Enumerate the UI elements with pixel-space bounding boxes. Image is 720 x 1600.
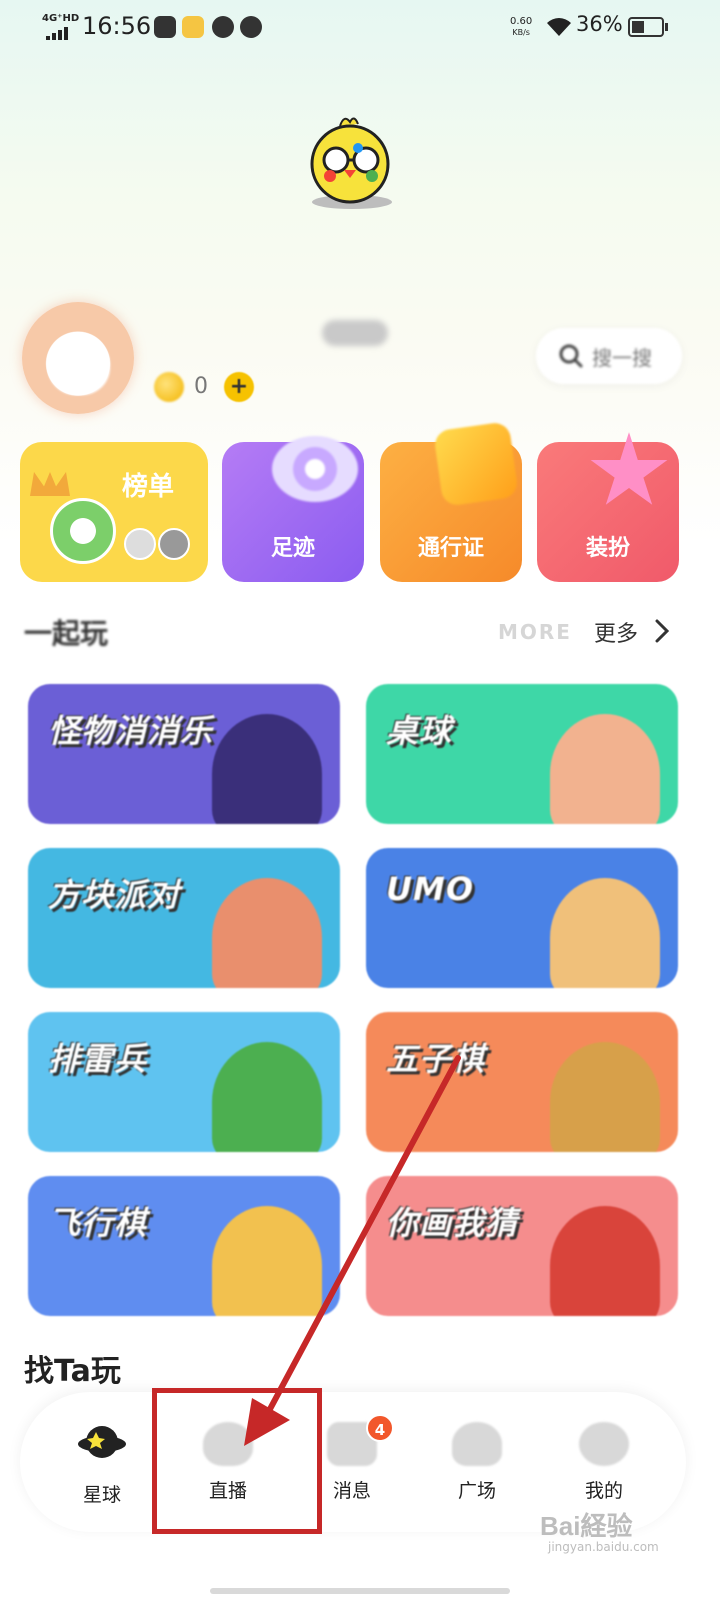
rank-avatar-second: [124, 528, 156, 560]
add-coin-button[interactable]: +: [224, 372, 254, 402]
weibo-icon: [182, 16, 204, 38]
party-character-icon: [212, 878, 322, 988]
unread-badge: 4: [366, 1414, 394, 1442]
coin-icon: [154, 372, 184, 402]
home-indicator[interactable]: [210, 1588, 510, 1594]
search-label: 搜一搜: [592, 345, 652, 370]
pass-card[interactable]: 通行证: [380, 421, 522, 582]
rank-label: 榜单: [122, 472, 175, 502]
mail-icon: [154, 16, 176, 38]
game-tile-billiards[interactable]: 桌球: [366, 684, 678, 824]
annotation-highlight-box: [152, 1388, 322, 1534]
footprint-label: 足迹: [270, 536, 315, 561]
game-title: 你画我猜: [386, 1204, 519, 1242]
audio-icon: [212, 16, 234, 38]
medal-icon: [433, 421, 519, 507]
game-tile-flight-chess[interactable]: 飞行棋: [28, 1176, 340, 1316]
network-type: 4G⁺HD: [42, 13, 80, 24]
game-tile-monster[interactable]: 怪物消消乐: [28, 684, 340, 824]
rank-avatar-third: [158, 528, 190, 560]
pass-label: 通行证: [417, 536, 484, 561]
soldier-character-icon: [212, 1042, 322, 1152]
nav-item-planet[interactable]: 星球: [52, 1422, 152, 1512]
wizard-character-icon: [212, 714, 322, 824]
game-title: 飞行棋: [48, 1204, 148, 1242]
nav-label: 广场: [457, 1480, 496, 1502]
game-title: UMO: [386, 870, 475, 908]
watermark: Bai経验: [540, 1511, 633, 1541]
more-link[interactable]: 更多: [594, 616, 638, 648]
nav-label: 我的: [584, 1480, 623, 1502]
game-tile-umo[interactable]: UMO: [366, 848, 678, 988]
planet-icon: [78, 1426, 126, 1458]
game-title: 怪物消消乐: [48, 712, 214, 750]
game-title: 五子棋: [386, 1040, 486, 1078]
watermark-url: jingyan.baidu.com: [548, 1540, 659, 1554]
play-icon: [240, 16, 262, 38]
level-badge: [322, 320, 388, 346]
search-button[interactable]: 搜一搜: [536, 328, 682, 384]
game-tile-draw-guess[interactable]: 你画我猜: [366, 1176, 678, 1316]
mine-icon: [579, 1422, 629, 1466]
painter-character-icon: [550, 1206, 660, 1316]
section-title-find: 找Ta玩: [24, 1354, 121, 1389]
game-tile-minesweeper[interactable]: 排雷兵: [28, 1012, 340, 1152]
star-icon: [590, 432, 668, 505]
rank-card[interactable]: 榜单: [20, 442, 208, 582]
search-icon: [559, 344, 583, 368]
more-label-en: MORE: [498, 620, 572, 644]
clock: 16:56: [82, 12, 152, 40]
billiards-character-icon: [550, 714, 660, 824]
chevron-right-icon[interactable]: [654, 618, 670, 644]
game-tile-block-party[interactable]: 方块派对: [28, 848, 340, 988]
coin-count: 0: [194, 374, 208, 399]
game-title: 方块派对: [48, 876, 181, 914]
crown-icon: [30, 472, 70, 496]
battery-icon: [628, 17, 664, 37]
section-title-play: 一起玩: [24, 617, 109, 650]
game-title: 排雷兵: [48, 1040, 148, 1078]
pilot-character-icon: [212, 1206, 322, 1316]
gomoku-board-icon: [550, 1042, 660, 1152]
dress-label: 装扮: [585, 536, 630, 561]
nav-label: 星球: [82, 1484, 121, 1506]
rank-avatar-first: [50, 498, 116, 564]
square-icon: [452, 1422, 502, 1466]
battery-percent: 36%: [576, 12, 623, 36]
footprint-card[interactable]: 足迹: [222, 436, 364, 582]
mascot-logo: [310, 117, 392, 209]
planet-ring-icon: [272, 436, 358, 502]
nav-item-mine[interactable]: 我的: [554, 1422, 654, 1512]
game-title: 桌球: [386, 712, 453, 750]
dress-card[interactable]: 装扮: [537, 432, 679, 582]
nav-item-square[interactable]: 广场: [427, 1422, 527, 1512]
signal-icon: [46, 26, 72, 40]
wifi-icon: [547, 18, 571, 36]
net-speed: 0.60 KB/s: [510, 16, 533, 37]
card-player-icon: [550, 878, 660, 988]
game-tile-gomoku[interactable]: 五子棋: [366, 1012, 678, 1152]
status-bar: 4G⁺HD 16:56 0.60 KB/s 36%: [0, 0, 720, 56]
